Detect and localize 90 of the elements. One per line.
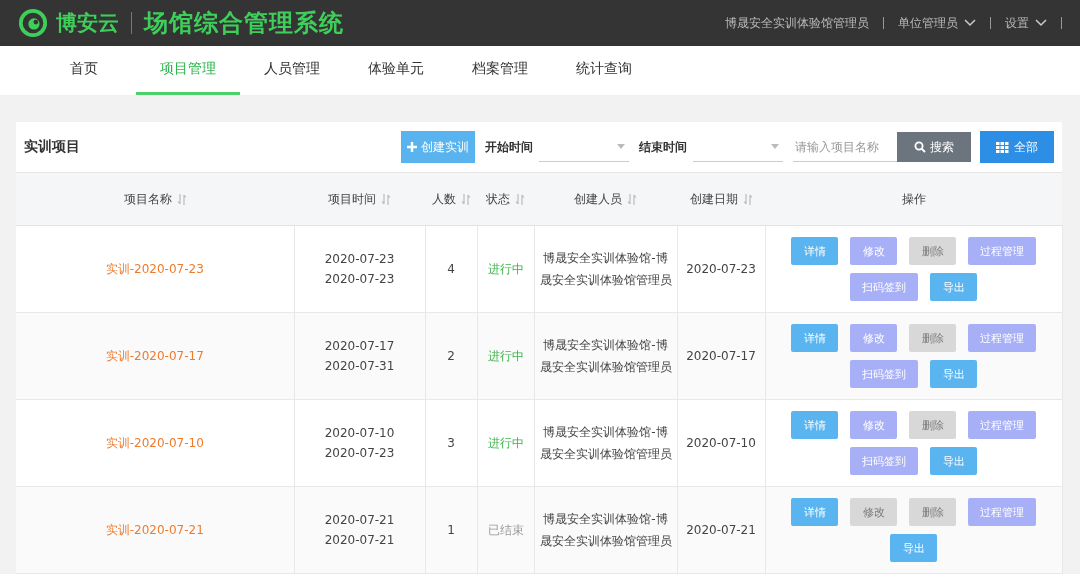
action-button[interactable]: 修改	[850, 237, 897, 265]
table-cell: 2020-07-21	[686, 523, 756, 537]
header-menu[interactable]: 单位管理员	[898, 14, 976, 32]
chevron-icon	[964, 19, 976, 27]
table-cell: 2020-07-23	[324, 272, 395, 286]
table-cell: 2020-07-17	[324, 339, 395, 353]
column-label: 创建日期	[689, 190, 738, 208]
nav-tab[interactable]: 项目管理	[136, 46, 240, 95]
column-header[interactable]: 状态	[477, 173, 534, 226]
table-cell: 4	[447, 262, 455, 276]
table-cell-text: 博晟安全实训体验馆-博晟安全实训体验馆管理员	[538, 250, 673, 289]
project-name[interactable]: 实训-2020-07-10	[105, 435, 204, 450]
action-button[interactable]: 扫码签到	[850, 273, 918, 301]
column-label: 创建人员	[574, 190, 622, 208]
brand-name: 博安云	[56, 10, 119, 37]
action-button[interactable]: 过程管理	[968, 411, 1036, 439]
nav-tab[interactable]: 档案管理	[448, 46, 552, 95]
column-header[interactable]: 项目名称	[16, 173, 294, 226]
action-button[interactable]: 修改	[850, 324, 897, 352]
table-cell: 2020-07-23	[686, 262, 756, 276]
action-button[interactable]: 扫码签到	[850, 447, 918, 475]
action-button[interactable]: 详情	[791, 411, 838, 439]
grid-icon	[996, 141, 1009, 153]
column-label: 状态	[486, 190, 510, 208]
column-header[interactable]: 项目时间	[294, 173, 425, 226]
action-button[interactable]: 导出	[930, 360, 977, 388]
status-text: 已结束	[487, 522, 524, 537]
status-text: 进行中	[487, 435, 524, 450]
table-cell: 2020-07-17	[686, 349, 756, 363]
action-button[interactable]: 过程管理	[968, 237, 1036, 265]
action-button[interactable]: 详情	[791, 237, 838, 265]
start-label: 开始时间	[485, 138, 533, 156]
project-name[interactable]: 实训-2020-07-17	[105, 348, 204, 363]
table-cell: 2020-07-23	[324, 446, 395, 460]
system-title: 场馆综合管理系统	[144, 8, 344, 39]
sort-icon	[381, 193, 391, 205]
create-button[interactable]: 创建实训	[401, 131, 475, 163]
column-header[interactable]: 创建日期	[677, 173, 765, 226]
column-label: 操作	[901, 190, 926, 208]
sort-icon	[742, 193, 753, 205]
status-text: 进行中	[487, 348, 524, 363]
table-cell: 3	[447, 436, 455, 450]
action-button[interactable]: 修改	[850, 411, 897, 439]
table-cell: 2020-07-10	[686, 436, 756, 450]
end-label: 结束时间	[639, 138, 687, 156]
search-icon	[914, 141, 926, 153]
table-cell: 2020-07-23	[324, 252, 395, 266]
search-button[interactable]: 搜索	[897, 132, 971, 162]
action-button[interactable]: 扫码签到	[850, 360, 918, 388]
table-cell: 2020-07-21	[324, 533, 395, 547]
action-button[interactable]: 过程管理	[968, 498, 1036, 526]
action-button[interactable]: 导出	[890, 534, 937, 562]
nav-tab[interactable]: 首页	[32, 46, 136, 95]
user-name: 博晟安全实训体验馆管理员	[725, 14, 869, 32]
status-text: 进行中	[487, 261, 524, 276]
table-cell: 1	[447, 523, 455, 537]
action-button[interactable]: 过程管理	[968, 324, 1036, 352]
logo-icon	[18, 8, 48, 38]
sort-icon	[460, 193, 471, 205]
table-cell: 2020-07-10	[324, 426, 395, 440]
sort-icon	[515, 193, 525, 205]
column-label: 项目名称	[123, 190, 172, 208]
header-menu[interactable]: 设置	[1005, 14, 1047, 32]
column-header[interactable]: 人数	[425, 173, 477, 226]
column-label: 项目时间	[328, 190, 376, 208]
table-cell: 2020-07-21	[324, 513, 395, 527]
caret-icon	[771, 144, 779, 149]
action-button[interactable]: 详情	[791, 498, 838, 526]
nav-tab[interactable]: 体验单元	[344, 46, 448, 95]
table-cell-text: 博晟安全实训体验馆-博晟安全实训体验馆管理员	[538, 424, 673, 463]
project-name[interactable]: 实训-2020-07-21	[105, 522, 204, 537]
table-cell-text: 博晟安全实训体验馆-博晟安全实训体验馆管理员	[538, 337, 673, 376]
action-button[interactable]: 导出	[930, 273, 977, 301]
sort-icon	[176, 193, 187, 205]
section-title: 实训项目	[24, 138, 80, 156]
table-cell: 2	[447, 349, 455, 363]
chevron-icon	[1035, 19, 1047, 27]
action-button[interactable]: 详情	[791, 324, 838, 352]
nav-tab[interactable]: 人员管理	[240, 46, 344, 95]
sort-icon	[627, 193, 637, 205]
project-name[interactable]: 实训-2020-07-23	[105, 261, 204, 276]
nav-tab[interactable]: 统计查询	[552, 46, 656, 95]
table-cell-text: 博晟安全实训体验馆-博晟安全实训体验馆管理员	[538, 511, 673, 550]
all-button[interactable]: 全部	[980, 131, 1054, 163]
column-header[interactable]: 创建人员	[534, 173, 677, 226]
action-button[interactable]: 导出	[930, 447, 977, 475]
caret-icon	[617, 144, 625, 149]
column-label: 人数	[431, 190, 456, 208]
table-cell: 2020-07-31	[324, 359, 395, 373]
plus-icon	[407, 142, 417, 152]
